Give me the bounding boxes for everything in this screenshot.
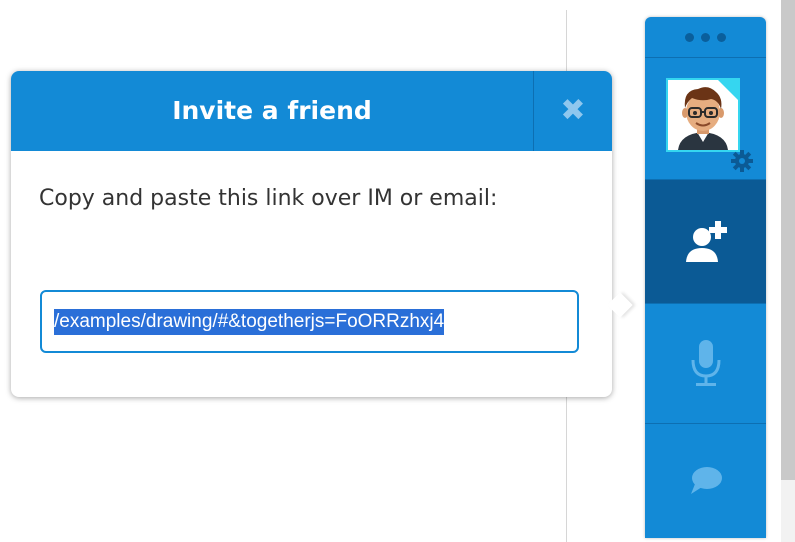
add-user-icon: [645, 180, 766, 303]
page: Invite a friend ✖ Copy and paste this li…: [0, 0, 795, 542]
togetherjs-dock: [645, 17, 766, 538]
invite-button[interactable]: [645, 180, 766, 303]
invite-popup: Invite a friend ✖ Copy and paste this li…: [11, 71, 633, 397]
dot: [701, 32, 710, 42]
audio-chat-button[interactable]: [645, 304, 766, 423]
close-icon: ✖: [560, 93, 586, 128]
close-button[interactable]: ✖: [533, 71, 612, 151]
microphone-icon: [645, 304, 766, 423]
scrollbar-thumb[interactable]: [781, 0, 795, 480]
invite-instructions: Copy and paste this link over IM or emai…: [39, 186, 498, 211]
invite-link-field[interactable]: /examples/drawing/#&togetherjs=FoORRzhxj…: [40, 290, 579, 353]
popup-title: Invite a friend: [172, 96, 372, 125]
more-dots-icon[interactable]: [645, 17, 766, 57]
chat-button[interactable]: [645, 424, 766, 538]
chat-bubble-icon: [645, 424, 766, 538]
profile-button[interactable]: [645, 58, 766, 178]
gear-icon[interactable]: [730, 149, 754, 173]
avatar: [666, 78, 740, 152]
invite-link-text: /examples/drawing/#&togetherjs=FoORRzhxj…: [54, 308, 445, 335]
dot: [717, 32, 726, 42]
popup-pointer: [607, 292, 633, 318]
dot: [685, 32, 694, 42]
popup-header: Invite a friend ✖: [11, 71, 612, 151]
